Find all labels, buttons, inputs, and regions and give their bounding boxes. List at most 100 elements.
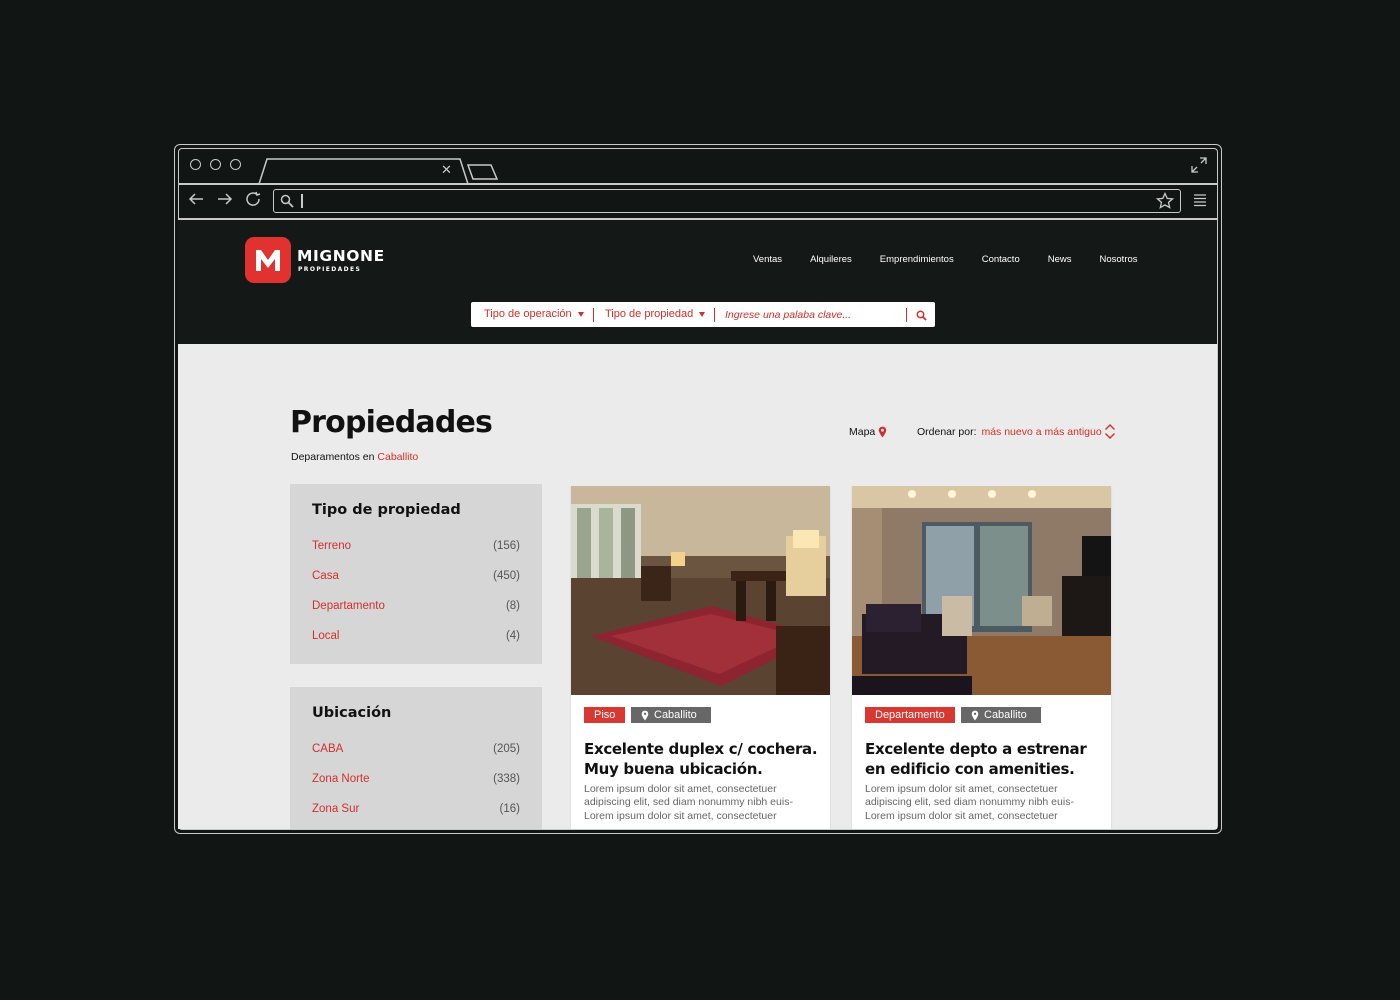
search-icon <box>916 310 927 321</box>
main-nav: Ventas Alquileres Emprendimientos Contac… <box>753 254 1166 266</box>
property-type-badge: Piso <box>584 707 626 723</box>
sort-label: Ordenar por: <box>917 426 977 438</box>
filter-option-count: (156) <box>493 540 520 552</box>
listing-title[interactable]: Excelente depto a estrenar en edificio c… <box>865 739 1105 779</box>
nav-item-emprendimientos[interactable]: Emprendimientos <box>880 254 954 266</box>
filter-option-count: (338) <box>493 773 520 785</box>
logo-tagline: PROPIEDADES <box>298 266 362 273</box>
sort-chevrons-icon[interactable] <box>1104 423 1116 440</box>
map-pin-icon <box>879 426 887 438</box>
filter-option-zona-norte[interactable]: Zona Norte (338) <box>312 772 520 786</box>
site-header: MIGNONE PROPIEDADES Ventas Alquileres Em… <box>178 220 1217 344</box>
browser-tab[interactable] <box>255 157 505 185</box>
location-badge: Caballito <box>631 707 711 723</box>
reload-icon[interactable] <box>245 191 263 207</box>
map-link[interactable]: Mapa <box>849 426 887 438</box>
web-page: MIGNONE PROPIEDADES Ventas Alquileres Em… <box>178 220 1217 829</box>
sort-control[interactable]: Ordenar por: más nuevo a más antiguo <box>917 426 1102 438</box>
filter-option-label[interactable]: Zona Norte <box>312 772 370 786</box>
nav-item-alquileres[interactable]: Alquileres <box>810 254 852 266</box>
maximize-window-dot[interactable] <box>230 159 241 170</box>
filter-option-label[interactable]: Terreno <box>312 539 351 553</box>
listing-title-line: Excelente duplex c/ cochera. <box>584 740 818 758</box>
listing-photo[interactable] <box>571 486 830 695</box>
filter-title: Ubicación <box>312 705 392 721</box>
search-button[interactable] <box>913 307 929 323</box>
browser-nav <box>187 191 263 207</box>
filter-option-count: (8) <box>505 600 520 612</box>
filter-option-casa[interactable]: Casa (450) <box>312 569 520 583</box>
breadcrumb-prefix: Deparamentos en <box>291 451 375 463</box>
listing-title[interactable]: Excelente duplex c/ cochera. Muy buena u… <box>584 739 824 779</box>
chevron-down-icon[interactable] <box>699 312 705 317</box>
map-pin-icon <box>641 710 649 720</box>
filter-option-label[interactable]: Casa <box>312 569 339 583</box>
filter-option-count: (205) <box>493 743 520 755</box>
listing-description-line: Lorem ipsum dolor sit amet, consectetuer <box>584 783 777 795</box>
operation-type-select[interactable]: Tipo de operación <box>484 308 572 321</box>
filter-option-label[interactable]: Local <box>312 629 340 643</box>
filter-option-count: (16) <box>499 803 520 815</box>
search-divider <box>906 308 907 322</box>
filter-option-zona-sur[interactable]: Zona Sur (16) <box>312 802 520 816</box>
window-controls <box>190 159 241 170</box>
logo-m-icon[interactable] <box>245 237 291 283</box>
listing-description-line: Lorem ipsum dolor sit amet, consectetuer <box>584 809 777 822</box>
map-pin-icon <box>971 710 979 720</box>
listing-card[interactable]: Piso Caballito Excelente duplex c/ coche… <box>571 486 830 829</box>
listing-title-line: Excelente depto a estrenar <box>865 740 1087 758</box>
menu-icon[interactable] <box>1193 193 1207 207</box>
filter-title: Tipo de propiedad <box>312 502 461 518</box>
property-type-select[interactable]: Tipo de propiedad <box>605 308 693 321</box>
location-badge: Caballito <box>961 707 1041 723</box>
tab-strip-divider <box>178 183 1218 185</box>
expand-icon[interactable] <box>1191 157 1207 173</box>
sort-value[interactable]: más nuevo a más antiguo <box>981 426 1101 438</box>
location-badge-label: Caballito <box>654 709 697 721</box>
listing-description: Lorem ipsum dolor sit amet, consectetuer… <box>865 783 1101 823</box>
listing-title-line: Muy buena ubicación. <box>584 760 763 778</box>
listing-photo[interactable] <box>852 486 1111 695</box>
listing-title-line: en edificio con amenities. <box>865 760 1075 778</box>
url-input[interactable] <box>306 192 1130 211</box>
breadcrumb: Deparamentos en Caballito <box>291 451 418 463</box>
tab-close-icon[interactable]: ✕ <box>441 163 452 176</box>
filter-option-count: (4) <box>505 630 520 642</box>
forward-arrow-icon[interactable] <box>216 191 234 207</box>
search-divider <box>593 308 594 322</box>
filter-property-type: Tipo de propiedad Terreno (156) Casa (45… <box>290 484 542 664</box>
keyword-input[interactable] <box>725 306 895 323</box>
back-arrow-icon[interactable] <box>187 191 205 207</box>
text-cursor <box>301 194 303 208</box>
chevron-down-icon[interactable] <box>578 312 584 317</box>
property-search-bar: Tipo de operación Tipo de propiedad <box>471 302 935 327</box>
filter-option-label[interactable]: Departamento <box>312 599 385 613</box>
nav-item-ventas[interactable]: Ventas <box>753 254 782 266</box>
listing-card[interactable]: Departamento Caballito Excelente depto a… <box>852 486 1111 829</box>
nav-item-nosotros[interactable]: Nosotros <box>1100 254 1138 266</box>
close-window-dot[interactable] <box>190 159 201 170</box>
filter-option-label[interactable]: Zona Sur <box>312 802 359 816</box>
minimize-window-dot[interactable] <box>210 159 221 170</box>
logo-name[interactable]: MIGNONE <box>297 248 385 264</box>
nav-item-contacto[interactable]: Contacto <box>982 254 1020 266</box>
bookmark-star-icon[interactable] <box>1156 192 1174 210</box>
filter-option-count: (450) <box>493 570 520 582</box>
filter-option-local[interactable]: Local (4) <box>312 629 520 643</box>
page-title: Propiedades <box>290 405 493 440</box>
address-bar[interactable] <box>273 189 1181 213</box>
nav-item-news[interactable]: News <box>1048 254 1072 266</box>
listing-description: Lorem ipsum dolor sit amet, consectetuer… <box>584 783 820 823</box>
location-badge-label: Caballito <box>984 709 1027 721</box>
map-label: Mapa <box>849 426 876 438</box>
filter-option-label[interactable]: CABA <box>312 742 343 756</box>
listing-description-line: Lorem ipsum dolor sit amet, consectetuer <box>865 783 1058 795</box>
filter-option-caba[interactable]: CABA (205) <box>312 742 520 756</box>
listing-description-line: adipiscing elit, sed diam nonummy nibh e… <box>584 796 793 809</box>
new-tab-button <box>466 164 499 180</box>
filter-option-departamento[interactable]: Departamento (8) <box>312 599 520 613</box>
listing-description-line: adipiscing elit, sed diam nonummy nibh e… <box>865 796 1074 809</box>
filter-option-terreno[interactable]: Terreno (156) <box>312 539 520 553</box>
search-icon <box>280 194 294 208</box>
breadcrumb-location-link[interactable]: Caballito <box>377 451 418 463</box>
